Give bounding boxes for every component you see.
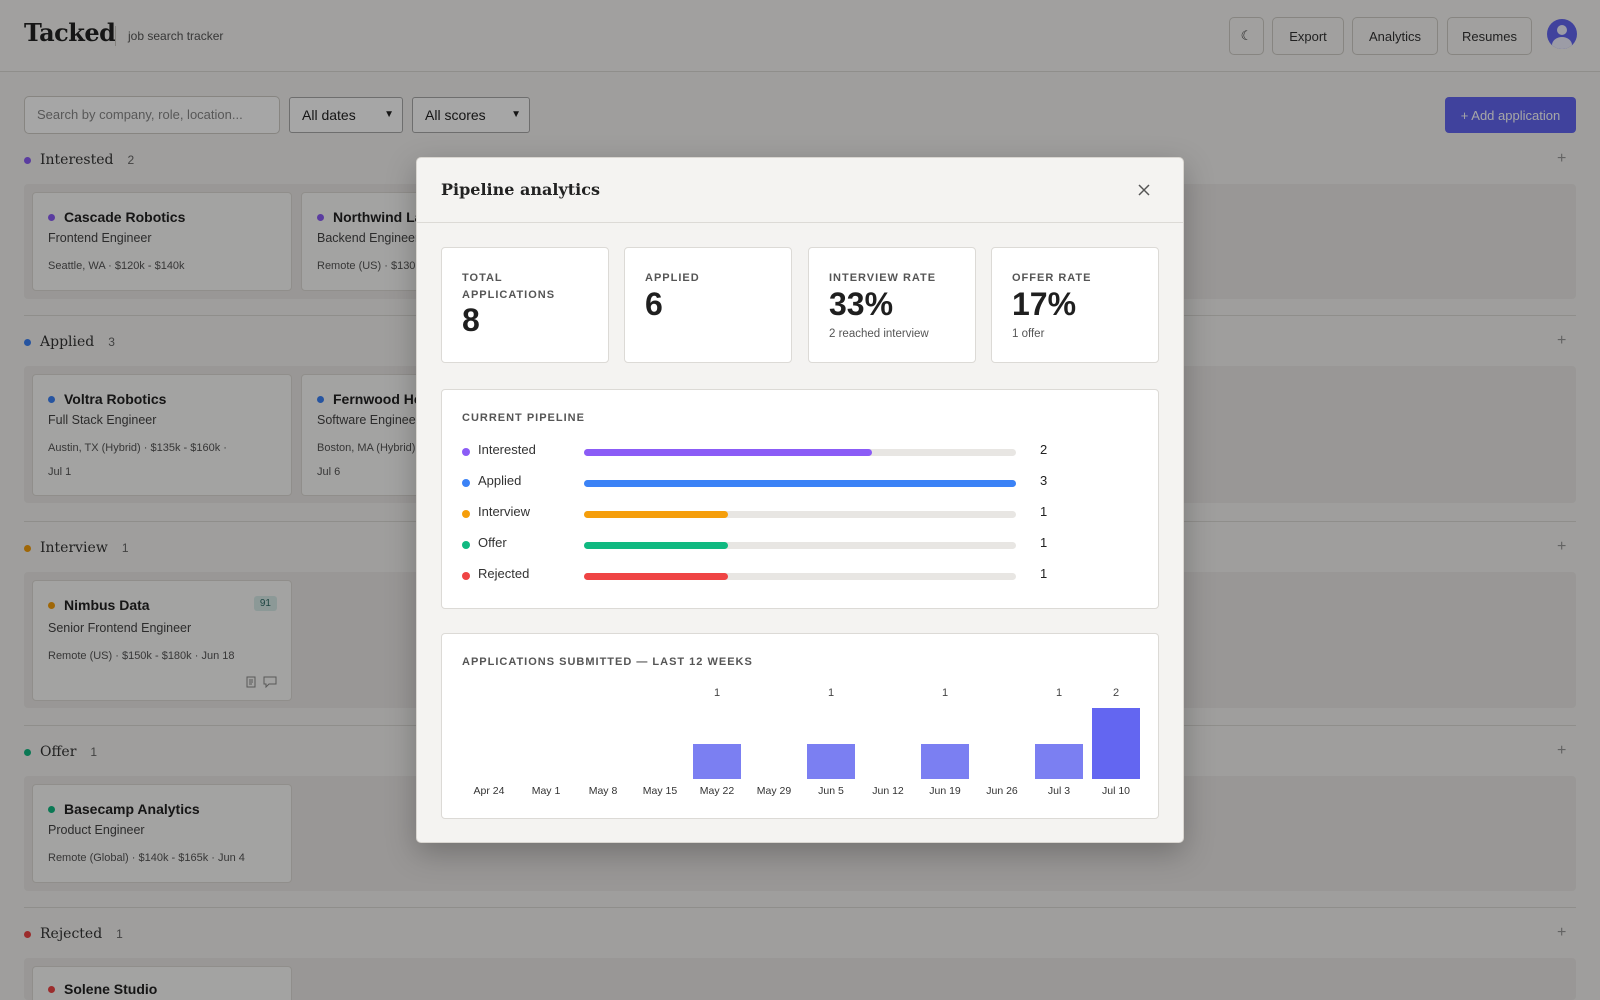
pipeline-row-interested: Interested 2 [462, 442, 1142, 462]
x-tick-label: May 15 [642, 785, 678, 797]
pipeline-track [584, 449, 1016, 456]
pipeline-label: Interested [478, 442, 536, 457]
x-tick-label: May 8 [588, 785, 618, 797]
analytics-modal: Pipeline analytics Total applications 8 … [416, 157, 1184, 843]
bar-value-label: 1 [713, 687, 721, 699]
pipeline-track [584, 542, 1016, 549]
pipeline-fill [584, 511, 728, 518]
x-tick-label: Jun 5 [818, 785, 844, 797]
x-tick-label: May 29 [756, 785, 792, 797]
status-dot [462, 572, 470, 580]
kpi-value: 33% [829, 286, 894, 322]
pipeline-count: 3 [1040, 473, 1048, 488]
x-tick-label: Jul 3 [1047, 785, 1071, 797]
bar[interactable] [693, 743, 741, 779]
bar-value-label: 1 [941, 687, 949, 699]
x-tick-label: Apr 24 [473, 785, 505, 797]
pipeline-label: Applied [478, 473, 522, 488]
bar[interactable] [1092, 708, 1140, 779]
bar[interactable] [921, 743, 969, 779]
kpi-value: 17% [1012, 286, 1077, 322]
bar-value-label: 1 [827, 687, 835, 699]
kpi-interview-rate: Interview rate 33% 2 reached interview [808, 247, 976, 363]
pipeline-count: 1 [1040, 535, 1048, 550]
pipeline-count: 1 [1040, 566, 1048, 581]
kpi-total-applications: Total applications 8 [441, 247, 609, 363]
x-tick-label: May 22 [699, 785, 735, 797]
pipeline-fill [584, 480, 1016, 487]
kpi-label: Applied [645, 272, 700, 284]
current-pipeline-panel: Current pipeline Interested 2 Applied 3 Inte… [441, 389, 1159, 609]
status-dot [462, 448, 470, 456]
pipeline-track [584, 480, 1016, 487]
pipeline-row-offer: Offer 1 [462, 535, 1142, 555]
weekly-chart-panel: Applications submitted — last 12 weeks A… [441, 633, 1159, 819]
modal-header: Pipeline analytics [417, 158, 1183, 223]
panel-title: Current pipeline [462, 412, 585, 424]
pipeline-fill [584, 449, 872, 456]
pipeline-track [584, 573, 1016, 580]
bar-chart: Apr 24 May 1 May 8 May 15 May 22 1 May 29 Jun 5… [442, 634, 1158, 818]
status-dot [462, 541, 470, 549]
pipeline-count: 1 [1040, 504, 1048, 519]
close-icon[interactable] [1134, 180, 1154, 200]
pipeline-fill [584, 542, 728, 549]
pipeline-count: 2 [1040, 442, 1048, 457]
bar[interactable] [1035, 743, 1083, 779]
x-tick-label: Jun 19 [929, 785, 961, 797]
kpi-value: 6 [645, 286, 663, 322]
pipeline-label: Rejected [478, 566, 530, 581]
kpi-subtext: 2 reached interview [829, 328, 929, 340]
status-dot [462, 510, 470, 518]
pipeline-label: Interview [478, 504, 531, 519]
pipeline-row-applied: Applied 3 [462, 473, 1142, 493]
kpi-offer-rate: Offer rate 17% 1 offer [991, 247, 1159, 363]
x-tick-label: Jun 26 [986, 785, 1018, 797]
pipeline-row-rejected: Rejected 1 [462, 566, 1142, 586]
pipeline-fill [584, 573, 728, 580]
pipeline-row-interview: Interview 1 [462, 504, 1142, 524]
x-tick-label: May 1 [531, 785, 561, 797]
bar[interactable] [807, 743, 855, 779]
kpi-subtext: 1 offer [1012, 328, 1045, 340]
kpi-label: Total applications [462, 272, 556, 301]
modal-title: Pipeline analytics [441, 180, 600, 199]
kpi-label: Interview rate [829, 272, 937, 284]
pipeline-track [584, 511, 1016, 518]
status-dot [462, 479, 470, 487]
x-tick-label: Jul 10 [1101, 785, 1131, 797]
pipeline-label: Offer [478, 535, 507, 550]
x-tick-label: Jun 12 [872, 785, 904, 797]
kpi-value: 8 [462, 302, 480, 338]
kpi-label: Offer rate [1012, 272, 1092, 284]
bar-value-label: 1 [1055, 687, 1063, 699]
bar-value-label: 2 [1112, 687, 1120, 699]
kpi-applied: Applied 6 [624, 247, 792, 363]
